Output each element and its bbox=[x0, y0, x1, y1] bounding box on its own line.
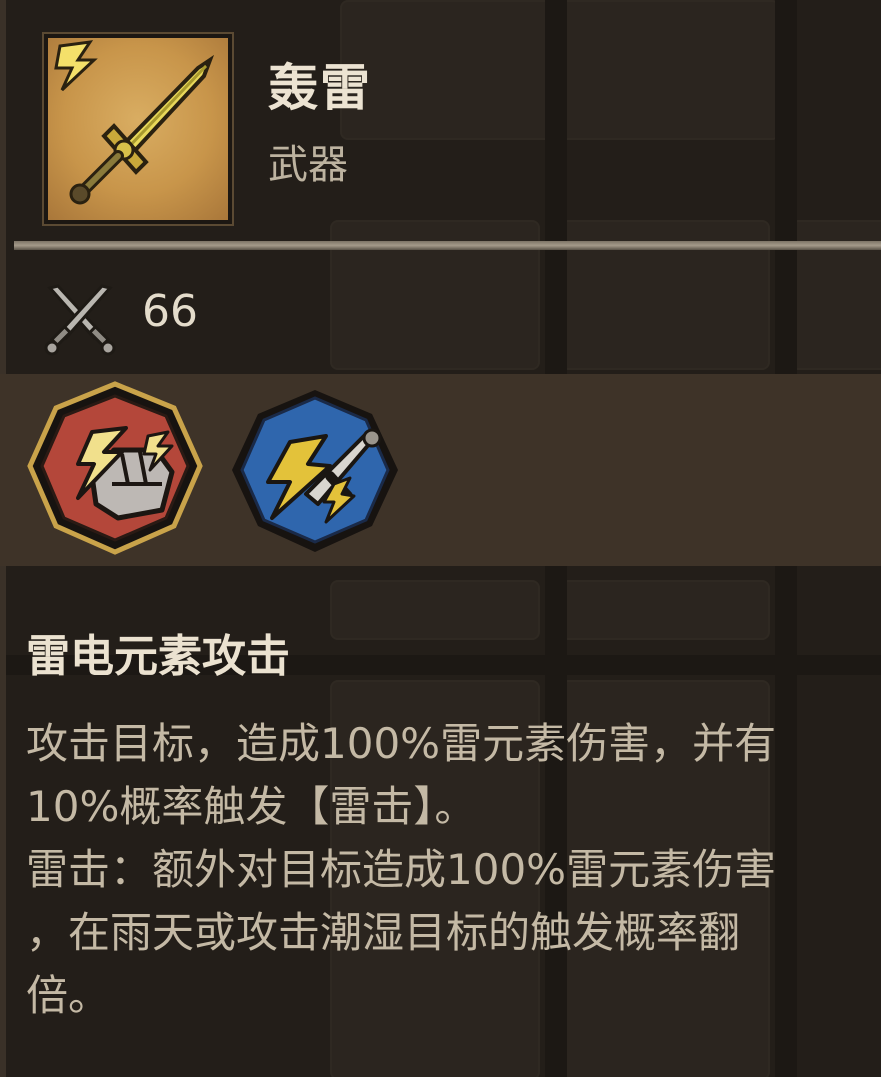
skill-title: 雷电元素攻击 bbox=[26, 631, 290, 682]
skill-description-line: 倍。 bbox=[26, 971, 111, 1020]
item-type: 武器 bbox=[268, 142, 348, 188]
skill-description-line: ，在雨天或攻击潮湿目标的触发概率翻 bbox=[26, 908, 741, 957]
skill-description-line: 10%概率触发【雷击】。 bbox=[26, 782, 477, 831]
skill-description-line: 攻击目标，造成100%雷元素伤害，并有 bbox=[26, 719, 777, 768]
skill-description-line: 雷击：额外对目标造成100%雷元素伤害 bbox=[26, 845, 777, 894]
lightning-sword-icon bbox=[54, 40, 215, 205]
thunder-fist-icon bbox=[27, 381, 203, 555]
skill-lightning-sword[interactable] bbox=[226, 386, 404, 558]
skill-thunder-fist[interactable] bbox=[22, 380, 208, 560]
header-divider bbox=[14, 241, 881, 250]
item-icon-frame bbox=[44, 34, 232, 224]
lightning-sword-skill-icon bbox=[232, 390, 398, 552]
attack-value: 66 bbox=[142, 286, 198, 337]
skill-description: 攻击目标，造成100%雷元素伤害，并有 10%概率触发【雷击】。 雷击：额外对目… bbox=[26, 712, 874, 1027]
item-name: 轰雷 bbox=[268, 59, 372, 117]
crossed-swords-icon bbox=[42, 282, 118, 358]
